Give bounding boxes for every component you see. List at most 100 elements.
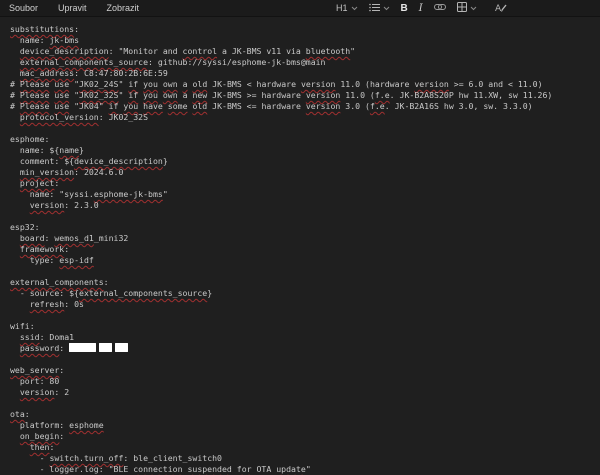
table-dropdown[interactable] <box>457 2 477 14</box>
misspelled-word: version <box>306 101 341 111</box>
code-line: version: 2.3.0 <box>10 200 590 211</box>
menu-edit[interactable]: Upravit <box>58 3 87 13</box>
misspelled-word: own <box>163 79 178 89</box>
code-text: type: <box>10 255 59 265</box>
code-text: # <box>10 79 20 89</box>
code-text <box>10 68 20 78</box>
code-text: _mini32 <box>94 233 129 243</box>
code-text <box>10 112 20 122</box>
code-text <box>10 244 20 254</box>
misspelled-word: Please <box>20 79 50 89</box>
code-line <box>10 354 590 365</box>
code-text: : Doma1 <box>40 332 75 342</box>
code-text: JK-BMS <= hardware <box>207 101 306 111</box>
code-text: : <box>59 431 64 441</box>
bold-button[interactable]: B <box>401 3 408 14</box>
code-line: wifi: <box>10 321 590 332</box>
code-line: name: "syssi.esphome-jk-bms" <box>10 189 590 200</box>
code-text: a JK-BMS v11 via <box>217 46 306 56</box>
misspelled-word: use <box>54 101 69 111</box>
code-text: : <box>25 409 30 419</box>
misspelled-word: connection <box>133 464 182 474</box>
misspelled-word: device_description <box>74 156 163 166</box>
code-text: 11.0 (hardware <box>335 79 414 89</box>
misspelled-word: version <box>301 79 336 89</box>
code-text: : <box>64 244 69 254</box>
code-line: substitutions: <box>10 24 590 35</box>
code-line: refresh: 0s <box>10 299 590 310</box>
menu-group: Soubor Upravit Zobrazit <box>0 3 139 13</box>
code-text: OTA <box>252 464 277 474</box>
misspelled-word: you <box>143 90 158 100</box>
code-text <box>10 387 20 397</box>
code-line: device_description: "Monitor and control… <box>10 46 590 57</box>
misspelled-word: external_components_source <box>79 288 207 298</box>
code-text: " <box>69 90 79 100</box>
misspelled-word: project <box>20 178 55 188</box>
code-text: : 2024.6.0 <box>74 167 123 177</box>
code-text: wifi: <box>10 321 35 331</box>
italic-label: I <box>419 3 423 14</box>
redacted-password-box <box>69 343 96 352</box>
misspelled-word: version <box>20 387 55 397</box>
code-text: : ble_client_switch0 <box>123 453 222 463</box>
code-text: JK-BMS >= hardware <box>207 90 306 100</box>
misspelled-word: old <box>192 101 207 111</box>
svg-text:A: A <box>495 4 502 13</box>
misspelled-word: wemos_d1 <box>54 233 93 243</box>
misspelled-word: use <box>54 79 69 89</box>
code-line: web_server: <box>10 365 590 376</box>
code-line: type: esp-idf <box>10 255 590 266</box>
code-text: port: 80 <box>10 376 59 386</box>
code-line: ota: <box>10 409 590 420</box>
misspelled-word: Please <box>20 101 50 111</box>
misspelled-word: external_components_source <box>20 57 148 67</box>
misspelled-word: framework <box>20 244 64 254</box>
code-text <box>10 332 20 342</box>
code-line: min_version: 2024.6.0 <box>10 167 590 178</box>
misspelled-word: mac_address <box>20 68 74 78</box>
chevron-down-icon <box>351 6 358 11</box>
code-text: >= 6.0 and < 11.0) <box>449 79 543 89</box>
code-line: port: 80 <box>10 376 590 387</box>
misspelled-word: password <box>20 343 59 353</box>
link-icon <box>434 3 446 13</box>
misspelled-word: board <box>20 233 45 243</box>
misspelled-word: suspended <box>187 464 231 474</box>
italic-button[interactable]: I <box>419 3 423 14</box>
chevron-down-icon <box>470 6 477 11</box>
text-editor[interactable]: substitutions: name: jk-bms device_descr… <box>0 17 600 475</box>
code-text: . JK-B2A8S20P hw 11.XW, sw 11.26) <box>390 90 553 100</box>
misspelled-word: control <box>183 46 218 56</box>
code-line: - switch.turn_off: ble_client_switch0 <box>10 453 590 464</box>
heading-label: H1 <box>336 3 348 13</box>
misspelled-word: JK02_24S <box>79 79 118 89</box>
code-text: JK-BMS < hardware <box>207 79 301 89</box>
heading-dropdown[interactable]: H1 <box>336 3 358 13</box>
code-text <box>10 233 20 243</box>
code-line <box>10 266 590 277</box>
misspelled-word: own <box>163 90 178 100</box>
code-text: : 0s <box>64 299 84 309</box>
code-text: : <box>59 365 64 375</box>
code-line: framework: <box>10 244 590 255</box>
code-text: # <box>10 101 20 111</box>
code-text: : "Monitor and <box>109 46 183 56</box>
menu-file[interactable]: Soubor <box>9 3 38 13</box>
misspelled-word: protocol_version <box>20 112 99 122</box>
link-button[interactable] <box>434 3 446 13</box>
code-text: : <box>74 24 79 34</box>
misspelled-word: f.e <box>370 101 385 111</box>
misspelled-word: refresh <box>30 299 65 309</box>
spellcheck-button[interactable]: A <box>495 2 507 15</box>
misspelled-word: you <box>123 101 138 111</box>
code-text: name: <box>10 35 49 45</box>
menu-view[interactable]: Zobrazit <box>107 3 140 13</box>
code-text: : <box>49 442 54 452</box>
code-text: a <box>178 90 193 100</box>
misspelled-word: esphome-jk-bms <box>94 189 163 199</box>
code-text: " <box>163 189 168 199</box>
code-text: # <box>10 90 20 100</box>
misspelled-word: version <box>306 90 341 100</box>
list-dropdown[interactable] <box>369 3 390 14</box>
